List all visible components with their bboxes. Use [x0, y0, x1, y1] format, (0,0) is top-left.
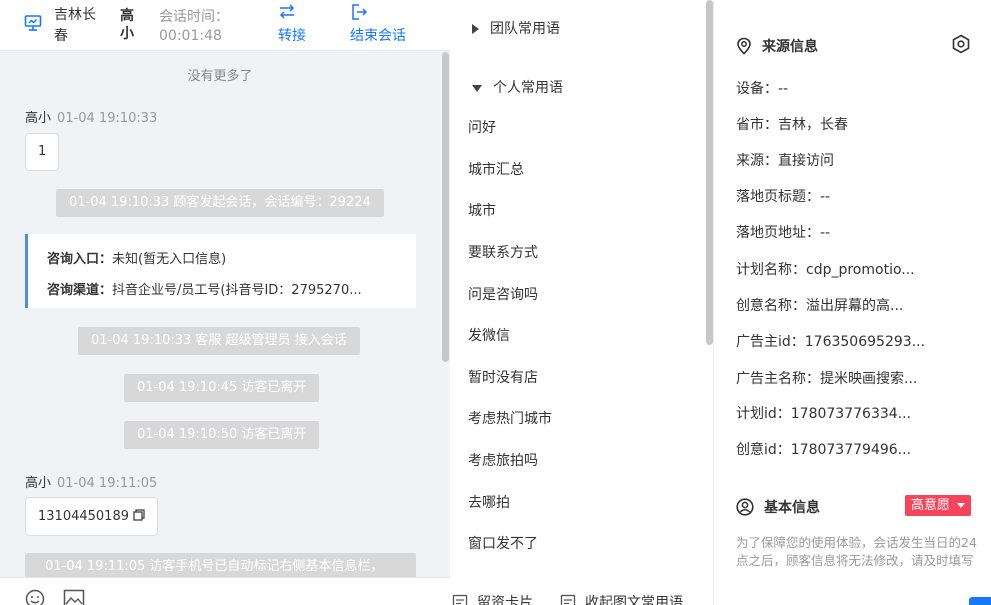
caret-right-icon [472, 24, 479, 34]
info-device: 设备：-- [736, 81, 789, 97]
phrase-item[interactable]: 考虑热门城市 [468, 408, 552, 428]
caret-down-icon [472, 84, 482, 92]
info-landing-url: 落地页地址：-- [736, 225, 831, 241]
basic-info-label: 基本信息 [764, 500, 820, 516]
lead-card-label: 留资卡片 [477, 595, 533, 605]
phrase-item[interactable]: 发微信 [468, 325, 510, 345]
chat-header: 吉林长春 高小 会话时间： 00:01:48 转接 结束会话 [0, 0, 450, 51]
consult-entry-label: 咨询入口： [47, 252, 113, 267]
intent-badge-label: 高意愿 [911, 498, 951, 513]
sender-name: 高小 [25, 111, 52, 126]
emoji-icon[interactable] [25, 589, 45, 605]
user-circle-icon [736, 498, 754, 516]
intent-badge[interactable]: 高意愿 [905, 495, 972, 516]
info-advertiser-id: 广告主id：176350695293... [736, 334, 926, 350]
phrase-item[interactable]: 城市 [468, 200, 496, 220]
consult-info-card: 咨询入口：未知(暂无入口信息) 咨询渠道：抖音企业号/员工号(抖音号ID：279… [25, 234, 416, 308]
common-phrases-panel: 团队常用语 个人常用语 问好 城市汇总 城市 要联系方式 问是咨询吗 发微信 暂… [450, 0, 714, 605]
collapse-phrases-button[interactable]: 收起图文常用语 [560, 592, 683, 605]
info-plan-name: 计划名称：cdp_promotio... [736, 262, 915, 278]
session-time-label: 会话时间： [159, 9, 229, 25]
chat-workspace: 吉林长春 高小 会话时间： 00:01:48 转接 结束会话 没有更多了 高小 … [0, 0, 991, 605]
monitor-icon [24, 15, 42, 31]
basic-info-title: 基本信息 [736, 497, 820, 517]
source-info-title: 来源信息 [736, 36, 818, 56]
chat-input-toolbar [0, 577, 450, 605]
message-bubble: 13104450189 [25, 497, 159, 536]
visitor-city: 吉林长春 [54, 7, 96, 44]
transfer-label: 转接 [278, 28, 306, 44]
location-pin-icon [737, 37, 751, 55]
corner-action-button[interactable] [969, 597, 991, 605]
message-time: 01-04 19:10:33 [57, 111, 158, 126]
collapse-phrases-label: 收起图文常用语 [585, 595, 683, 605]
copy-icon[interactable] [133, 509, 145, 521]
session-time: 00:01:48 [159, 28, 222, 44]
sender-name: 高小 [25, 476, 52, 491]
no-more-text: 没有更多了 [187, 69, 253, 84]
image-icon[interactable] [63, 589, 85, 605]
card-icon [452, 594, 468, 605]
message-text: 1 [38, 144, 47, 159]
message-text: 13104450189 [38, 509, 129, 524]
caret-down-icon [957, 503, 966, 508]
message-sender: 高小 01-04 19:10:33 [25, 107, 157, 126]
info-province-city: 省市：吉林，长春 [736, 117, 848, 133]
settings-icon[interactable] [951, 34, 971, 54]
source-info-label: 来源信息 [762, 39, 818, 55]
chat-panel: 吉林长春 高小 会话时间： 00:01:48 转接 结束会话 没有更多了 高小 … [0, 0, 450, 605]
info-source: 来源：直接访问 [736, 153, 834, 169]
consult-channel-value: 抖音企业号/员工号(抖音号ID：2795270... [112, 283, 362, 298]
message-bubble: 1 [25, 133, 60, 171]
system-message: 01-04 19:10:33 客服 超级管理员 接入会话 [78, 327, 360, 355]
phrase-item[interactable]: 要联系方式 [468, 242, 538, 262]
team-phrases-label: 团队常用语 [490, 21, 560, 37]
personal-phrases-group[interactable]: 个人常用语 [472, 77, 563, 97]
phrase-item[interactable]: 暂时没有店 [468, 367, 538, 387]
agent-name: 高小 [120, 8, 134, 42]
consult-entry: 咨询入口：未知(暂无入口信息) [47, 248, 407, 267]
info-advertiser-name: 广告主名称：提米映画搜索... [736, 371, 918, 387]
end-session-label: 结束会话 [350, 28, 406, 44]
end-session-button[interactable]: 结束会话 [350, 3, 406, 45]
basic-info-notice: 为了保障您的使用体验，会话发生当日的24点之后，顾客信息将无法修改，请及时填写 [736, 535, 977, 568]
logout-icon [352, 4, 368, 20]
info-creative-name: 创意名称：溢出屏幕的高... [736, 298, 904, 314]
system-message: 01-04 19:10:50 访客已离开 [124, 421, 320, 449]
chat-scrollbar[interactable] [442, 52, 449, 362]
phrase-item[interactable]: 城市汇总 [468, 159, 524, 179]
phrase-item[interactable]: 考虑旅拍吗 [468, 450, 538, 470]
system-message: 01-04 19:10:33 顾客发起会话，会话编号：29224 [56, 189, 384, 217]
info-plan-id: 计划id：178073776334... [736, 406, 912, 422]
phrase-item[interactable]: 问是咨询吗 [468, 284, 538, 304]
info-creative-id: 创意id：178073779496... [736, 442, 912, 458]
personal-phrases-label: 个人常用语 [493, 80, 563, 96]
transfer-button[interactable]: 转接 [278, 3, 306, 45]
transfer-icon [279, 4, 295, 19]
team-phrases-group[interactable]: 团队常用语 [472, 18, 560, 38]
message-sender: 高小 01-04 19:11:05 [25, 472, 157, 491]
consult-entry-value: 未知(暂无入口信息) [112, 252, 227, 267]
phrase-item[interactable]: 问好 [468, 117, 496, 137]
phrase-item[interactable]: 窗口发不了 [468, 533, 538, 553]
phrases-scrollbar[interactable] [706, 0, 713, 345]
phrase-item[interactable]: 去哪拍 [468, 492, 510, 512]
consult-channel-label: 咨询渠道： [47, 283, 113, 298]
message-time: 01-04 19:11:05 [57, 476, 158, 491]
info-landing-title: 落地页标题：-- [736, 189, 831, 205]
customer-info-panel: 来源信息 设备：-- 省市：吉林，长春 来源：直接访问 落地页标题：-- 落地页… [714, 0, 991, 605]
system-message: 01-04 19:10:45 访客已离开 [124, 374, 320, 402]
doc-icon [560, 594, 576, 605]
lead-card-button[interactable]: 留资卡片 [452, 592, 533, 605]
consult-channel: 咨询渠道：抖音企业号/员工号(抖音号ID：2795270... [47, 279, 407, 298]
